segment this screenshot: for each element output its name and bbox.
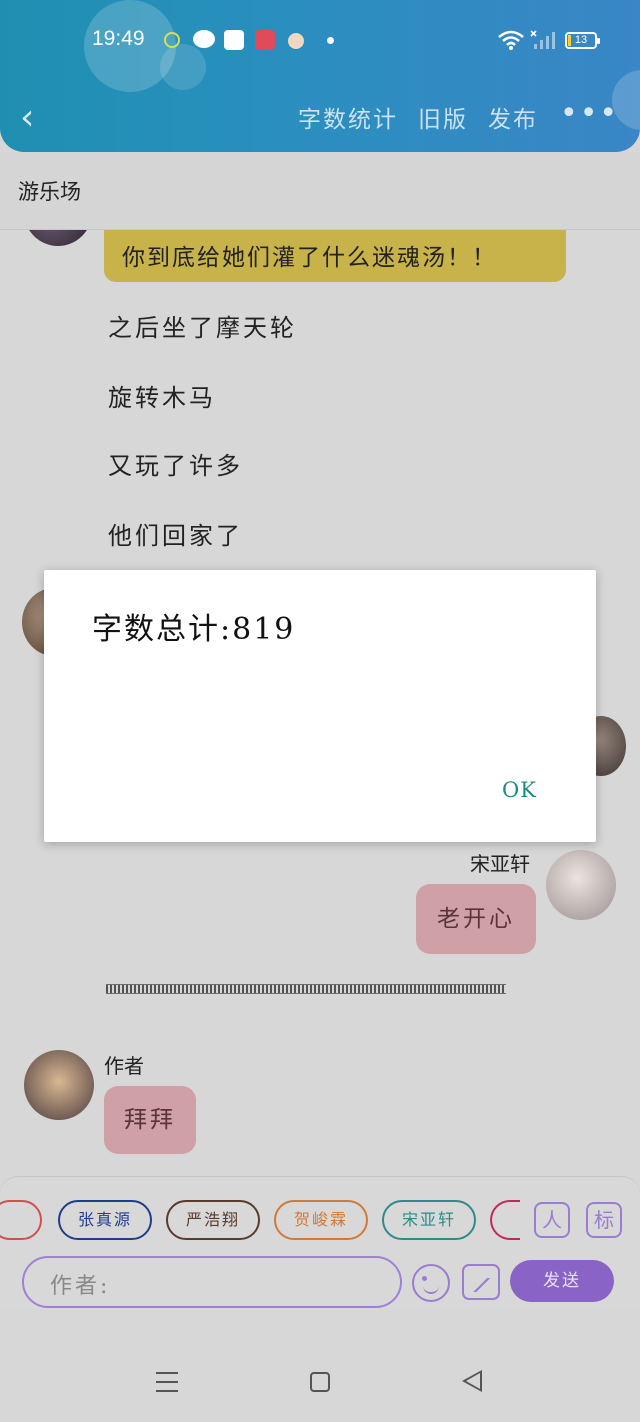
image-icon[interactable] xyxy=(462,1264,500,1300)
character-button[interactable]: 严浩翔 xyxy=(166,1200,260,1240)
app-notification-icon xyxy=(164,32,180,48)
narration-line: 又玩了许多 xyxy=(108,452,243,480)
back-triangle-icon[interactable] xyxy=(462,1370,482,1392)
dialog-message: 字数总计:819 xyxy=(92,612,296,647)
home-icon[interactable] xyxy=(310,1372,330,1392)
chapter-title[interactable]: 游乐场 xyxy=(18,176,81,206)
screen-record-icon xyxy=(255,30,275,50)
status-bar: 19:49 13 xyxy=(0,24,640,58)
message-input[interactable]: 作者: xyxy=(22,1256,402,1308)
divider xyxy=(106,984,506,994)
character-button[interactable]: 张真源 xyxy=(58,1200,152,1240)
back-arrow-icon[interactable]: ‹ xyxy=(20,98,50,138)
sender-name: 宋亚轩 xyxy=(470,852,530,876)
character-button[interactable]: 贺峻霖 xyxy=(274,1200,368,1240)
publish-button[interactable]: 发布 xyxy=(488,100,538,134)
system-nav-bar xyxy=(0,1308,640,1422)
word-count-button[interactable]: 字数统计 xyxy=(298,100,398,134)
old-version-button[interactable]: 旧版 xyxy=(418,100,468,134)
tag-icon[interactable]: 标 xyxy=(586,1202,622,1238)
signal-icon xyxy=(530,30,555,49)
wechat-icon xyxy=(193,30,215,48)
more-notifications-dot xyxy=(327,37,334,44)
status-time: 19:49 xyxy=(92,27,145,50)
character-button-partial[interactable] xyxy=(0,1200,42,1240)
narration-line: 他们回家了 xyxy=(108,522,243,550)
send-button[interactable]: 发送 xyxy=(510,1260,614,1302)
more-options-icon[interactable]: ••• xyxy=(560,96,619,131)
dialog-ok-button[interactable]: OK xyxy=(502,778,537,802)
profile-icon[interactable]: 人 xyxy=(534,1202,570,1238)
narration-line: 之后坐了摩天轮 xyxy=(108,314,297,342)
highlight-message-bubble: 你到底给她们灌了什么迷魂汤！！ xyxy=(104,230,566,282)
chapter-bar xyxy=(0,152,640,230)
avatar xyxy=(546,850,616,920)
message-bubble: 老开心 xyxy=(416,884,536,954)
narration-line: 旋转木马 xyxy=(108,384,216,412)
avatar xyxy=(24,1050,94,1120)
avatar xyxy=(24,230,92,246)
battery-indicator: 13 xyxy=(565,32,600,49)
sender-name: 作者 xyxy=(104,1054,144,1078)
pet-app-icon xyxy=(288,33,304,49)
word-count-dialog: 字数总计:819 OK xyxy=(44,570,596,842)
emoji-icon[interactable] xyxy=(412,1264,450,1302)
bilibili-icon xyxy=(224,30,244,50)
recent-apps-icon[interactable] xyxy=(156,1372,178,1392)
wifi-icon xyxy=(498,30,524,50)
app-header: 19:49 13 ‹ 字数统计 旧版 发布 ••• xyxy=(0,0,640,152)
message-bubble: 拜拜 xyxy=(104,1086,196,1154)
character-button[interactable]: 宋亚轩 xyxy=(382,1200,476,1240)
